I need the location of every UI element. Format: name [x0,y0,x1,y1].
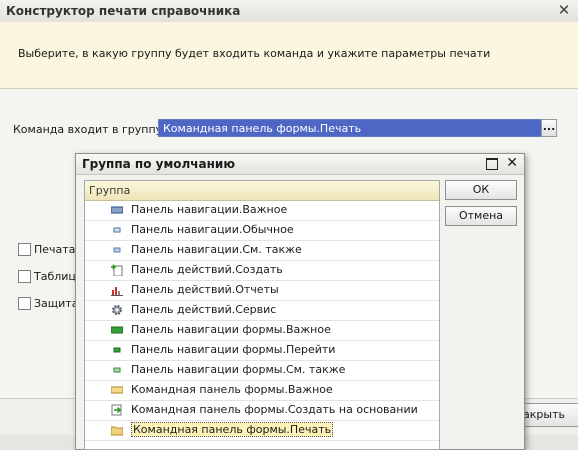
list-item-label: Панель навигации.Обычное [131,223,294,236]
close-icon[interactable]: ✕ [556,2,572,18]
list-item[interactable]: Панель навигации.Важное [85,201,439,221]
dialog-title: Группа по умолчанию [82,157,235,171]
table-checkbox[interactable] [18,270,31,283]
create-document-icon [111,264,123,277]
list-item[interactable]: Панель действий.Отчеты [85,281,439,301]
main-window-title: Конструктор печати справочника [6,4,241,18]
list-item-label: Командная панель формы.Печать [131,422,334,437]
info-panel: Выберите, в какую группу будет входить к… [0,22,578,89]
list-item[interactable]: Панель действий.Создать [85,261,439,281]
navigation-see-also-icon [111,244,123,256]
ok-button[interactable]: ОК [445,180,517,200]
list-item-label: Панель навигации формы.Важное [131,323,331,336]
list-item-label: Панель действий.Создать [131,263,283,276]
default-group-dialog: Группа по умолчанию ✕ Группа Панель нави… [75,153,525,450]
main-title-bar: Конструктор печати справочника ✕ [0,0,578,23]
group-list[interactable]: Группа Панель навигации.Важное Панель на… [84,180,440,450]
select-group-button[interactable]: ... [541,119,557,137]
list-item[interactable]: Панель навигации формы.Важное [85,321,439,341]
protection-checkbox-label: Защита [34,297,79,310]
list-item[interactable]: Панель навигации.Обычное [85,221,439,241]
dialog-title-bar: Группа по умолчанию ✕ [76,154,524,175]
print-checkbox[interactable] [18,243,31,256]
list-item-label: Командная панель формы.Важное [131,383,333,396]
form-navigation-see-also-icon [111,364,123,376]
list-item-label: Панель действий.Сервис [131,303,277,316]
list-item-selected[interactable]: Командная панель формы.Печать [85,421,439,441]
list-item[interactable]: Панель навигации формы.См. также [85,361,439,381]
list-item-label: Командная панель формы.Создать на основа… [131,403,418,416]
form-navigation-important-icon [110,324,124,336]
info-text: Выберите, в какую группу будет входить к… [18,47,491,60]
maximize-icon[interactable] [486,158,498,170]
create-based-on-icon [111,404,123,416]
form-navigation-go-icon [111,344,123,356]
list-item[interactable]: Панель действий.Сервис [85,301,439,321]
navigation-important-icon [110,204,124,216]
cancel-button[interactable]: Отмена [445,206,517,226]
list-item-label: Панель навигации формы.См. также [131,363,346,376]
list-item-label: Панель навигации.Важное [131,203,288,216]
group-input[interactable]: Командная панель формы.Печать [158,119,542,137]
print-folder-icon [110,424,124,436]
list-item[interactable]: Командная панель формы.Создать на основа… [85,401,439,421]
navigation-normal-icon [111,224,123,236]
group-label: Команда входит в группу: [13,123,166,136]
list-item[interactable]: Панель навигации формы.Перейти [85,341,439,361]
list-item[interactable]: Панель навигации.См. также [85,241,439,261]
reports-chart-icon [111,284,123,296]
service-gear-icon [111,304,123,316]
protection-checkbox[interactable] [18,297,31,310]
list-item-label: Панель действий.Отчеты [131,283,279,296]
list-item-label: Панель навигации формы.Перейти [131,343,336,356]
close-icon[interactable]: ✕ [506,155,518,171]
list-item[interactable]: Командная панель формы.Важное [85,381,439,401]
command-bar-important-icon [110,384,124,396]
list-item-label: Панель навигации.См. также [131,243,302,256]
column-header-group[interactable]: Группа [85,181,439,201]
